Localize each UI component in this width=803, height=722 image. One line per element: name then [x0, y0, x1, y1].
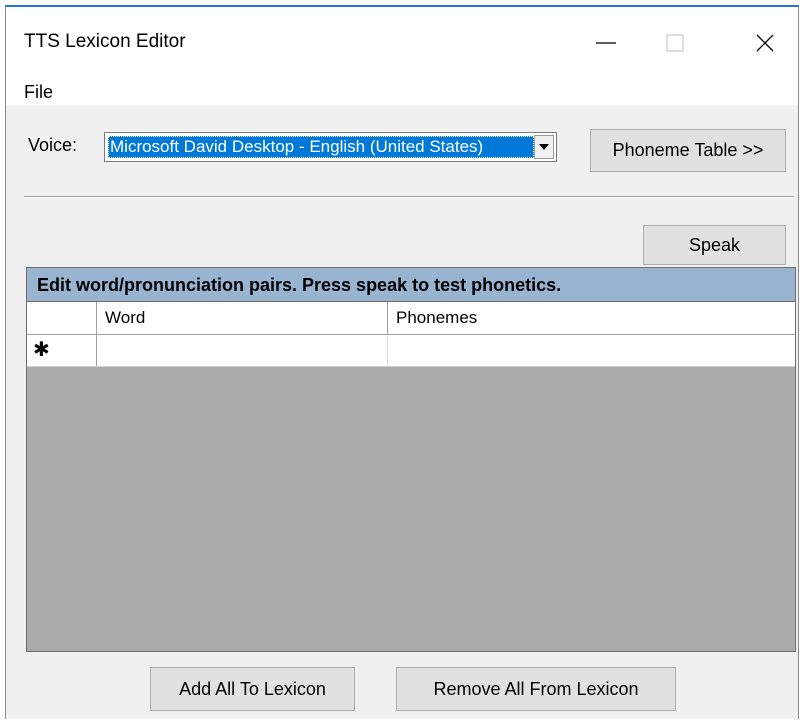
voice-label: Voice:: [28, 135, 78, 155]
maximize-icon: [666, 34, 684, 52]
speak-button[interactable]: Speak: [643, 225, 786, 265]
grid-header-row: Word Phonemes: [27, 302, 795, 335]
remove-all-from-lexicon-button[interactable]: Remove All From Lexicon: [396, 667, 676, 711]
close-icon: [756, 34, 774, 52]
window-title: TTS Lexicon Editor: [24, 31, 186, 52]
dropdown-arrow-icon: [539, 144, 549, 150]
new-row-marker[interactable]: ✱: [27, 335, 97, 366]
voice-selected-value[interactable]: Microsoft David Desktop - English (Unite…: [108, 136, 534, 158]
new-word-cell[interactable]: [97, 335, 388, 366]
new-phonemes-cell[interactable]: [388, 335, 795, 366]
minimize-button[interactable]: [574, 19, 638, 67]
menu-file[interactable]: File: [24, 82, 53, 103]
phoneme-table-button[interactable]: Phoneme Table >>: [590, 129, 786, 172]
row-header-column[interactable]: [27, 302, 97, 334]
new-entry-row[interactable]: ✱: [27, 335, 795, 367]
menu-bar: File: [6, 79, 798, 105]
separator: [24, 196, 794, 198]
minimize-icon: [596, 42, 616, 44]
grid-caption: Edit word/pronunciation pairs. Press spe…: [27, 268, 795, 302]
lexicon-grid[interactable]: Edit word/pronunciation pairs. Press spe…: [26, 267, 796, 652]
add-all-to-lexicon-button[interactable]: Add All To Lexicon: [150, 667, 355, 711]
voice-dropdown-button[interactable]: [534, 135, 554, 159]
tts-lexicon-editor-window: TTS Lexicon Editor File Voice: Microsoft…: [5, 5, 799, 719]
close-button[interactable]: [733, 19, 797, 67]
maximize-button[interactable]: [643, 19, 707, 67]
voice-select[interactable]: Microsoft David Desktop - English (Unite…: [104, 132, 557, 162]
title-bar: TTS Lexicon Editor: [6, 7, 798, 79]
column-header-word[interactable]: Word: [97, 302, 388, 334]
column-header-phonemes[interactable]: Phonemes: [388, 302, 795, 334]
